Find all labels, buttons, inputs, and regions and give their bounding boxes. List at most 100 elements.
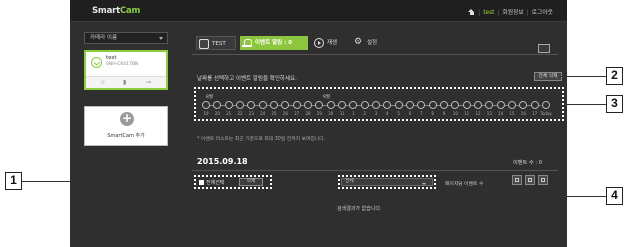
timeline-day-dot[interactable] [542,101,550,109]
check-circle-icon [91,57,102,68]
timeline-day-dot[interactable] [304,101,312,109]
play-icon [314,38,324,48]
timeline-day-dot[interactable] [338,101,346,109]
key-icon[interactable]: ⊸ [146,79,151,86]
trash-icon[interactable]: ▮ [123,79,126,86]
timeline-day-dot[interactable] [315,101,324,109]
divider [192,170,558,171]
timeline-day-label: 4 [386,111,389,116]
timeline-day-dot[interactable] [462,101,471,109]
timeline-day-dot[interactable] [496,101,505,109]
delete-button[interactable]: 삭제 [239,178,263,186]
grid-icon [515,178,519,182]
retention-note: * 이벤트 리스트는 최근 기준으로 최대 30일 전까지 보여집니다. [197,137,326,142]
tab-playback[interactable]: 재생 [312,36,348,50]
timeline-day-label: 22 [237,111,243,116]
sort-select[interactable]: 카메라 이름 [84,32,168,44]
callout-leader [22,181,198,182]
timeline-day-label: 26 [282,111,288,116]
timeline-day-label: 29 [316,111,322,116]
timeline-day-label: 16 [520,111,526,116]
tab-event-alert[interactable]: 이벤트 알림 : 0 [240,36,308,50]
per-page-option[interactable] [512,175,522,185]
timeline-day-dot[interactable] [270,101,278,109]
timeline-day-dot[interactable] [360,101,369,109]
timeline-day-dot[interactable] [372,101,380,109]
camera-name: test [106,55,117,61]
timeline-day-label: 15 [509,111,515,116]
timeline-day-dot[interactable] [247,101,256,109]
add-camera-button[interactable]: + SmartCam 추가 [84,106,168,146]
timeline-day-dot[interactable] [428,101,437,109]
timeline-day-label: 7 [420,111,423,116]
timeline-day-dot[interactable] [440,101,448,109]
delete-all-button[interactable]: 전체 삭제 [534,72,562,81]
select-all-checkbox[interactable] [199,180,204,185]
timeline-day-dot[interactable] [326,101,335,109]
grid-icon [528,178,532,182]
logout-link[interactable]: 로그아웃 [532,10,553,16]
timeline-day-label: 30 [328,111,334,116]
per-page-option[interactable] [525,175,535,185]
timeline-day-dot[interactable] [213,101,222,109]
timeline-day-dot[interactable] [474,101,482,109]
select-all-label: 전체선택 [206,180,225,186]
callout-4: 4 [606,187,623,205]
timeline-day-dot[interactable] [406,101,414,109]
chevron-down-icon [422,183,426,185]
timeline-day-dot[interactable] [383,101,392,109]
home-icon[interactable] [468,9,475,15]
timeline-day-dot[interactable] [451,101,460,109]
timeline-day-label: 19 [203,111,209,116]
selected-date: 2015.09.18 [197,157,248,166]
timeline-day-label: 2 [363,111,366,116]
timeline-day-dot[interactable] [349,101,358,109]
timeline-day-label: 21 [226,111,232,116]
timeline-day-label: 27 [294,111,300,116]
timeline-day-dot[interactable] [508,101,516,109]
timeline-day-dot[interactable] [292,101,301,109]
timeline-day-dot[interactable] [417,101,426,109]
tab-settings[interactable]: ⚙ 설정 [352,36,392,50]
chevron-down-icon [159,37,163,40]
timeline-day-label: Today [540,111,552,116]
timeline-day-dot[interactable] [519,101,528,109]
month-label: 8월 [206,95,214,100]
timeline-day-label: 24 [260,111,266,116]
timeline-day-label: 6 [408,111,412,116]
timeline-day-label: 20 [214,111,220,116]
timeline-day-dot[interactable] [485,101,494,109]
camera-card[interactable]: test SNH-C6417BN ☆ ▮ ⊸ [84,50,168,90]
timeline-day-dot[interactable] [394,101,403,109]
star-icon[interactable]: ☆ [100,79,105,86]
timeline-day-label: 13 [486,111,492,116]
plus-icon: + [120,111,134,126]
timeline-day-label: 9 [442,111,446,116]
timeline-day-label: 28 [305,111,311,116]
panel-toggle-icon[interactable] [538,44,550,53]
smartcam-logo: SmartCam [92,6,141,16]
timeline-day-dot[interactable] [202,101,210,109]
timeline-day-dot[interactable] [224,101,233,109]
timeline-day-label: 5 [397,111,400,116]
timeline-day-label: 8 [431,111,434,116]
tab-bar: TEST 이벤트 알림 : 0 재생 ⚙ 설정 [192,36,552,54]
timeline-day-dot[interactable] [236,101,244,109]
timeline-day-dot[interactable] [530,101,539,109]
callout-leader [560,76,606,77]
timeline-day-label: 11 [464,111,470,116]
timeline-day-dot[interactable] [258,101,267,109]
timeline-day-label: 14 [498,111,504,116]
tab-camera-test[interactable]: TEST [196,36,236,50]
event-type-select[interactable]: 전체 [341,178,433,186]
account-info-link[interactable]: 회원정보 [502,10,523,16]
select-delete-group: 전체선택 삭제 [194,175,272,189]
instruction-text: 날짜를 선택하고 이벤트 알림을 확인하세요. [197,76,297,82]
top-bar: SmartCam | test | 회원정보 | 로그아웃 [70,0,567,22]
timeline-day-dot[interactable] [281,101,290,109]
event-count: 이벤트 수 : 0 [513,160,543,166]
smartcam-app: SmartCam | test | 회원정보 | 로그아웃 카메라 이름 test SNH… [70,0,567,247]
grid-icon [541,178,545,182]
divider [192,54,558,55]
per-page-option[interactable] [538,175,548,185]
